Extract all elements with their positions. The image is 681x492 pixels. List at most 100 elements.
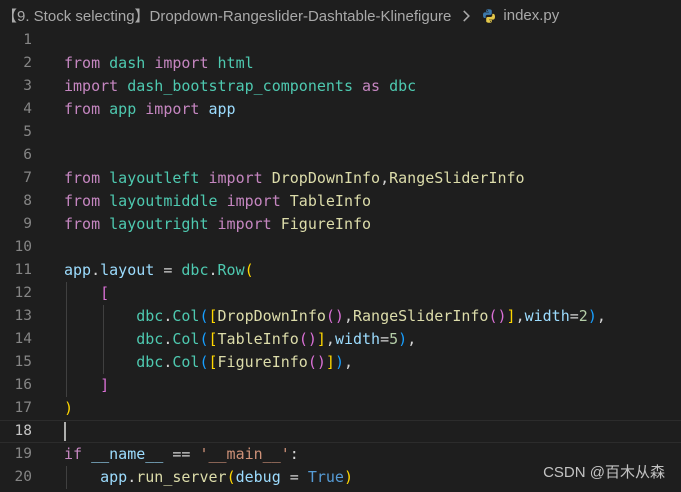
- code-token: __name__: [91, 445, 164, 463]
- code-token: :: [289, 445, 299, 463]
- code-line[interactable]: 9 from layoutright import FigureInfo: [0, 213, 681, 236]
- code-token: ,: [343, 307, 353, 325]
- code-line[interactable]: 4 from app import app: [0, 98, 681, 121]
- code-token: .: [91, 261, 101, 279]
- code-token: ==: [163, 445, 200, 463]
- code-token: dbc: [181, 261, 209, 279]
- line-number: 18: [14, 423, 32, 439]
- line-number: 19: [14, 446, 32, 462]
- code-token: (: [199, 353, 209, 371]
- breadcrumb-file[interactable]: index.py: [503, 7, 559, 24]
- line-number: 15: [14, 354, 32, 370]
- chevron-right-icon: [463, 9, 471, 22]
- code-line[interactable]: 3 import dash_bootstrap_components as dbc: [0, 75, 681, 98]
- code-text: dbc.Col([FigureInfo()]),: [64, 351, 353, 374]
- line-number: 14: [14, 331, 32, 347]
- code-token: FigureInfo: [217, 353, 308, 371]
- code-token: (): [307, 353, 326, 371]
- line-number: 12: [14, 285, 32, 301]
- breadcrumb: 【9. Stock selecting】Dropdown-Rangeslider…: [0, 0, 681, 31]
- code-token: dbc: [136, 307, 164, 325]
- code-line[interactable]: 1: [0, 29, 681, 52]
- code-token: dash_bootstrap_components: [127, 77, 353, 95]
- code-editor[interactable]: 1 2 from dash import html 3 import dash_boot…: [0, 31, 681, 492]
- code-line[interactable]: 8 from layoutmiddle import TableInfo: [0, 190, 681, 213]
- code-text: from layoutmiddle import TableInfo: [64, 190, 371, 213]
- code-token: TableInfo: [289, 192, 372, 210]
- indent-guide: [66, 466, 67, 489]
- code-token: import: [226, 192, 281, 210]
- line-number: 17: [14, 400, 32, 416]
- text-cursor: [64, 422, 66, 441]
- code-token: .: [208, 261, 218, 279]
- code-token: from: [64, 100, 101, 118]
- code-text: app.layout = dbc.Row(: [64, 259, 254, 282]
- code-line[interactable]: 16 ]: [0, 374, 681, 397]
- code-token: Col: [172, 353, 200, 371]
- code-token: [: [100, 284, 110, 302]
- code-line[interactable]: 10: [0, 236, 681, 259]
- line-number: 10: [14, 239, 32, 255]
- code-token: run_server: [136, 468, 227, 486]
- code-token: app: [208, 100, 236, 118]
- code-token: app: [109, 100, 137, 118]
- code-line[interactable]: 18: [0, 420, 681, 443]
- code-line[interactable]: 6: [0, 144, 681, 167]
- code-token: as: [362, 77, 381, 95]
- code-token: layoutright: [109, 215, 209, 233]
- line-number: 1: [23, 32, 32, 48]
- code-token: from: [64, 215, 101, 233]
- code-token: layoutmiddle: [109, 192, 218, 210]
- code-line[interactable]: 11 app.layout = dbc.Row(: [0, 259, 681, 282]
- code-line[interactable]: 5: [0, 121, 681, 144]
- code-token: .: [127, 468, 137, 486]
- code-token: ,: [380, 169, 390, 187]
- code-token: (: [226, 468, 236, 486]
- code-token: Col: [172, 330, 200, 348]
- code-token: ): [398, 330, 408, 348]
- code-token: RangeSliderInfo: [389, 169, 525, 187]
- code-line[interactable]: 12 [: [0, 282, 681, 305]
- code-token: debug: [235, 468, 281, 486]
- line-number: 5: [23, 124, 32, 140]
- indent-guide: [66, 282, 67, 397]
- code-line[interactable]: 7 from layoutleft import DropDownInfo,Ran…: [0, 167, 681, 190]
- code-token: app: [100, 468, 128, 486]
- code-token: Col: [172, 307, 200, 325]
- code-token: import: [154, 54, 209, 72]
- code-token: DropDownInfo: [271, 169, 381, 187]
- line-number: 9: [23, 216, 32, 232]
- code-token: Row: [217, 261, 245, 279]
- code-token: (: [199, 307, 209, 325]
- code-token: ]: [316, 330, 326, 348]
- code-token: ,: [325, 330, 335, 348]
- code-token: TableInfo: [217, 330, 299, 348]
- breadcrumb-folder[interactable]: 【9. Stock selecting】Dropdown-Rangeslider…: [0, 5, 451, 26]
- code-token: layoutleft: [109, 169, 200, 187]
- code-token: dbc: [389, 77, 417, 95]
- indent-guide: [103, 305, 104, 374]
- code-token: DropDownInfo: [217, 307, 326, 325]
- code-line[interactable]: 17): [0, 397, 681, 420]
- watermark: CSDN @百木从森: [543, 464, 665, 481]
- code-line[interactable]: 2 from dash import html: [0, 52, 681, 75]
- code-token: =: [380, 330, 390, 348]
- code-token: [: [208, 330, 218, 348]
- code-token: [: [208, 307, 218, 325]
- code-token: ,: [515, 307, 525, 325]
- code-text: ): [64, 397, 73, 420]
